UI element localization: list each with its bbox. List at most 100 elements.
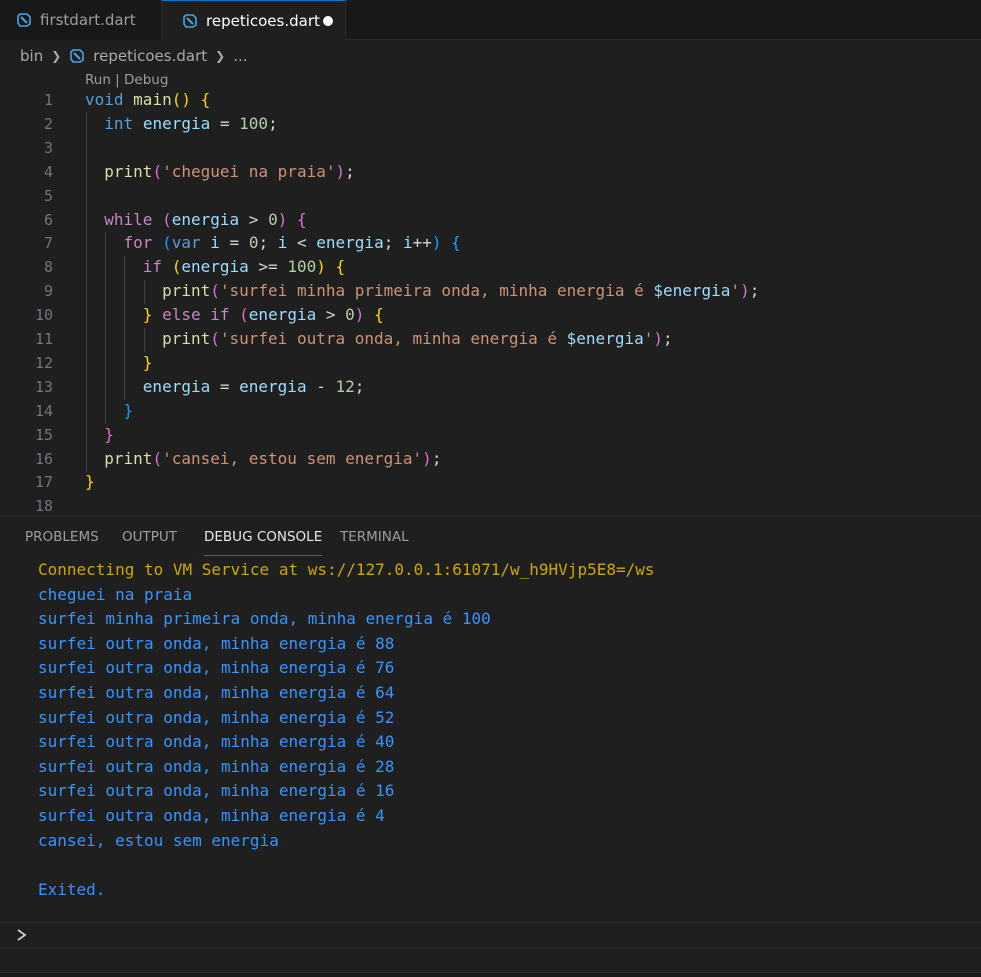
code-token: (: [162, 209, 172, 229]
code-line[interactable]: 7 for (var i = 0; i < energia; i++) {: [0, 231, 981, 255]
code-token: ): [316, 257, 326, 277]
code-text: }: [85, 399, 134, 423]
tab-problems[interactable]: PROBLEMS: [25, 516, 99, 554]
code-token: }: [142, 305, 153, 325]
code-line[interactable]: 1 void main() {: [0, 88, 981, 112]
code-line[interactable]: 11 print('surfei outra onda, minha energ…: [0, 327, 981, 351]
code-token: $energia: [653, 281, 731, 301]
code-token: print: [104, 448, 153, 468]
code-line[interactable]: 13 energia = energia - 12;: [0, 375, 981, 399]
code-token: if: [142, 257, 163, 277]
code-token: ): [740, 281, 750, 301]
code-token: {: [374, 305, 384, 325]
console-line: cansei, estou sem energia: [38, 830, 279, 850]
code-token: ;: [354, 376, 365, 396]
line-number: 7: [43, 234, 53, 253]
line-number: 15: [34, 425, 53, 444]
code-line[interactable]: 12 }: [0, 351, 981, 375]
code-text: print('cansei, estou sem energia');: [85, 447, 441, 471]
code-line[interactable]: 16 print('cansei, estou sem energia');: [0, 447, 981, 471]
code-line[interactable]: 10 } else if (energia > 0) {: [0, 303, 981, 327]
breadcrumb-folder[interactable]: bin: [20, 47, 43, 65]
line-number: 17: [34, 473, 53, 492]
code-token: 100: [239, 113, 269, 133]
code-token: (: [210, 329, 220, 348]
code-token: -: [306, 376, 336, 396]
code-token: >: [316, 305, 346, 325]
tab-debug-console[interactable]: DEBUG CONSOLE: [204, 516, 323, 556]
debug-console-input[interactable]: [0, 922, 981, 948]
code-token: =: [219, 233, 249, 253]
code-line[interactable]: 14 }: [0, 399, 981, 423]
code-editor[interactable]: 1 void main() {2 int energia = 100; 3 4 pri…: [0, 88, 981, 515]
code-text: }: [85, 423, 114, 447]
console-line: surfei outra onda, minha energia é 28: [38, 756, 395, 776]
code-line[interactable]: 15 }: [0, 423, 981, 447]
line-number: 16: [34, 449, 53, 468]
code-text: }: [85, 351, 153, 375]
code-token: ;: [383, 233, 403, 253]
code-line[interactable]: 9 print('surfei minha primeira onda, min…: [0, 279, 981, 303]
code-token: ;: [663, 329, 673, 348]
code-token: ;: [431, 448, 442, 468]
line-number: 12: [34, 353, 53, 372]
code-token: 12: [335, 376, 355, 396]
code-token: =: [210, 113, 240, 133]
code-token: 'surfei outra onda, minha energia é: [219, 329, 567, 348]
tab-firstdart[interactable]: firstdart.dart: [0, 0, 162, 40]
line-number: 8: [43, 258, 53, 277]
status-bar: [0, 972, 981, 977]
console-line: Connecting to VM Service at ws://127.0.0…: [38, 560, 655, 579]
breadcrumb-symbol[interactable]: ...: [233, 47, 247, 65]
code-token: {: [296, 209, 307, 229]
code-line[interactable]: 4 print('cheguei na praia');: [0, 160, 981, 184]
console-line: surfei outra onda, minha energia é 40: [38, 732, 395, 752]
code-token: for: [123, 233, 153, 253]
code-line[interactable]: 8 if (energia >= 100) {: [0, 255, 981, 279]
breadcrumb-file[interactable]: repeticoes.dart: [69, 47, 207, 65]
code-token: print: [162, 281, 211, 301]
code-text: print('cheguei na praia');: [85, 160, 354, 184]
code-line[interactable]: 3: [0, 136, 981, 160]
line-number: 1: [43, 91, 53, 109]
console-line: Exited.: [38, 879, 106, 899]
code-token: ': [643, 329, 654, 348]
code-token: ): [335, 161, 346, 181]
tab-repeticoes[interactable]: repeticoes.dart: [162, 0, 346, 41]
tab-terminal[interactable]: TERMINAL: [340, 516, 409, 554]
code-token: void: [85, 90, 124, 109]
code-token: ': [730, 281, 741, 301]
console-line: surfei outra onda, minha energia é 52: [38, 707, 395, 727]
line-number: 9: [43, 282, 53, 301]
code-line[interactable]: 5: [0, 184, 981, 208]
code-token: energia: [316, 233, 384, 253]
code-text: print('surfei outra onda, minha energia …: [85, 327, 673, 351]
code-token: (: [171, 257, 182, 277]
code-token: {: [451, 233, 461, 253]
unsaved-dot-icon[interactable]: [323, 16, 333, 26]
line-number: 10: [34, 306, 53, 325]
code-token: energia: [248, 305, 317, 325]
code-line[interactable]: 17}: [0, 470, 981, 494]
code-token: (: [239, 305, 249, 325]
line-number: 3: [43, 138, 53, 157]
code-line[interactable]: 6 while (energia > 0) {: [0, 208, 981, 232]
console-line: surfei outra onda, minha energia é 16: [38, 781, 395, 801]
code-line[interactable]: 2 int energia = 100;: [0, 112, 981, 136]
codelens-debug[interactable]: Debug: [124, 72, 168, 88]
line-number: 11: [34, 330, 53, 348]
tab-output[interactable]: OUTPUT: [122, 516, 177, 554]
tab-label: repeticoes.dart: [206, 12, 320, 30]
codelens-run[interactable]: Run: [85, 72, 111, 88]
